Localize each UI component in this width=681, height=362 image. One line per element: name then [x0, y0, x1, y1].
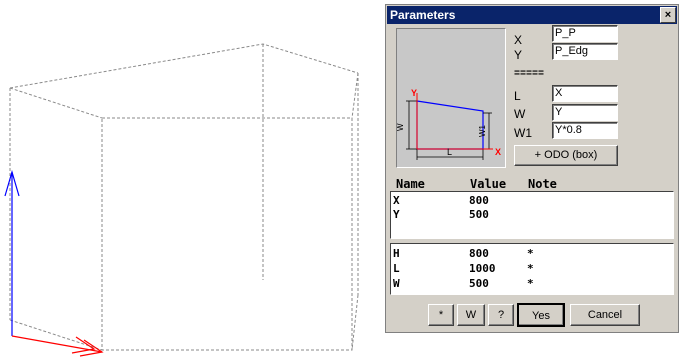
- preview-label-w: W: [397, 123, 405, 131]
- list-item[interactable]: L 1000 *: [391, 262, 673, 276]
- box-depth-edge-right: [351, 72, 359, 119]
- shape-preview: Y X W W1 L: [396, 28, 506, 168]
- header-name: Name: [396, 177, 425, 191]
- preview-shape: [416, 100, 484, 150]
- label-w: W: [514, 107, 526, 121]
- close-icon: ×: [664, 9, 672, 21]
- box-depth-edge-bottom-right: [351, 294, 359, 351]
- dialog-titlebar: Parameters ×: [387, 6, 677, 24]
- box-back-top-edge: [9, 43, 359, 89]
- input-y[interactable]: P_Edg: [552, 43, 618, 60]
- list-item[interactable]: Y 500: [391, 208, 673, 222]
- preview-label-y: Y: [411, 88, 417, 98]
- axis-x-arrow: [11, 335, 104, 357]
- preview-label-x: X: [495, 147, 501, 157]
- close-button[interactable]: ×: [660, 7, 676, 23]
- parameter-list-top[interactable]: X 800 Y 500: [390, 191, 674, 239]
- yes-button[interactable]: Yes: [517, 303, 565, 327]
- axis-z-arrow: [4, 169, 20, 336]
- box-front-face: [101, 117, 353, 351]
- preview-diagram: Y X W W1 L: [396, 88, 501, 160]
- parameter-list-bottom[interactable]: H 800 * L 1000 * W 500 *: [390, 243, 674, 295]
- w-button[interactable]: W: [457, 304, 485, 326]
- list-item[interactable]: H 800 *: [391, 247, 673, 261]
- header-note: Note: [528, 177, 557, 191]
- help-button[interactable]: ?: [488, 304, 514, 326]
- 3d-viewport[interactable]: [0, 0, 380, 358]
- header-value: Value: [470, 177, 507, 191]
- input-w[interactable]: Y: [552, 104, 618, 121]
- input-x[interactable]: P_P: [552, 25, 618, 42]
- label-l: L: [514, 89, 521, 103]
- label-x: X: [514, 33, 523, 47]
- star-button[interactable]: *: [428, 304, 454, 326]
- label-y: Y: [514, 48, 523, 62]
- cancel-button[interactable]: Cancel: [570, 304, 640, 326]
- list-item[interactable]: X 800: [391, 194, 673, 208]
- input-w1[interactable]: Y*0.8: [552, 122, 618, 139]
- preview-label-l: L: [447, 147, 452, 157]
- separator-label: =====: [514, 69, 545, 80]
- parameters-dialog: Parameters × Y X W1 L X P_P Y P_Edg ====…: [385, 4, 679, 333]
- input-l[interactable]: X: [552, 85, 618, 102]
- label-w1: W1: [514, 126, 532, 140]
- list-item[interactable]: W 500 *: [391, 277, 673, 291]
- add-odo-box-button[interactable]: + ODO (box): [514, 145, 618, 166]
- wireframe-box: [4, 43, 359, 357]
- box-depth-edge-left-top: [9, 87, 103, 119]
- dialog-title: Parameters: [390, 8, 456, 22]
- preview-label-w1: W1: [478, 124, 487, 137]
